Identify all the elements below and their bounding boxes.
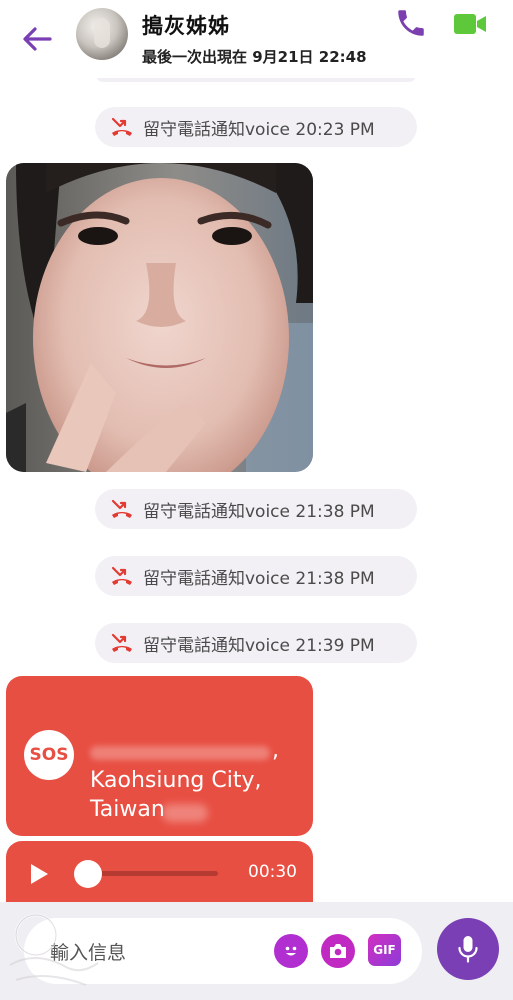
emoji-icon — [285, 946, 297, 956]
message-list[interactable]: 留守電話通知voice 20:23 PM 留守電話通知voice 21:38 P… — [0, 78, 513, 902]
voice-progress-track[interactable] — [88, 871, 218, 876]
redacted-address — [90, 746, 270, 760]
emoji-button[interactable] — [274, 934, 308, 968]
voice-message[interactable]: 00:30 — [6, 841, 313, 902]
sos-country: Taiwan — [90, 797, 165, 822]
missed-call-text: 留守電話通知voice 21:38 PM — [143, 568, 375, 589]
voice-call-button[interactable] — [392, 6, 430, 40]
sos-address-line: , — [90, 738, 280, 763]
play-icon — [31, 864, 48, 884]
voice-record-button[interactable] — [437, 918, 499, 980]
voice-progress-handle[interactable] — [74, 860, 102, 888]
camera-icon — [330, 944, 346, 958]
camera-button[interactable] — [321, 934, 355, 968]
watermark-stamp — [6, 895, 104, 995]
missed-call-notice[interactable]: 留守電話通知voice 21:39 PM — [95, 623, 417, 663]
missed-call-text: 留守電話通知voice 21:39 PM — [143, 635, 375, 656]
sos-location-message[interactable]: SOS , Kaohsiung City, Taiwan — [6, 676, 313, 836]
missed-call-icon — [109, 630, 135, 656]
play-button[interactable] — [26, 861, 52, 887]
missed-call-icon — [109, 496, 135, 522]
gif-button[interactable]: GIF — [368, 934, 401, 966]
last-seen-status: 最後一次出現在 9月21日 22:48 — [142, 48, 367, 66]
sos-badge: SOS — [24, 730, 74, 780]
phone-icon — [398, 10, 424, 36]
video-call-button[interactable] — [451, 8, 489, 40]
back-button[interactable] — [18, 20, 56, 58]
contact-avatar[interactable] — [76, 8, 128, 60]
missed-call-text: 留守電話通知voice 20:23 PM — [143, 119, 375, 140]
chat-header: 搗灰姊姊 最後一次出現在 9月21日 22:48 — [0, 0, 513, 78]
contact-name[interactable]: 搗灰姊姊 — [142, 10, 230, 40]
voice-duration: 00:30 — [248, 862, 297, 882]
photo-message[interactable] — [6, 163, 313, 472]
missed-call-icon — [109, 114, 135, 140]
redacted-text — [162, 804, 208, 822]
missed-call-notice[interactable]: 留守電話通知voice 21:38 PM — [95, 489, 417, 529]
back-arrow-icon — [23, 27, 52, 51]
missed-call-icon — [109, 563, 135, 589]
missed-call-notice[interactable]: 留守電話通知voice 20:23 PM — [95, 107, 417, 147]
sos-city: Kaohsiung City, — [90, 768, 262, 793]
video-camera-icon — [454, 14, 486, 34]
microphone-icon — [458, 936, 478, 963]
previous-message-edge — [96, 78, 416, 82]
missed-call-text: 留守電話通知voice 21:38 PM — [143, 501, 375, 522]
sos-address-comma: , — [272, 738, 279, 763]
missed-call-notice[interactable]: 留守電話通知voice 21:38 PM — [95, 556, 417, 596]
